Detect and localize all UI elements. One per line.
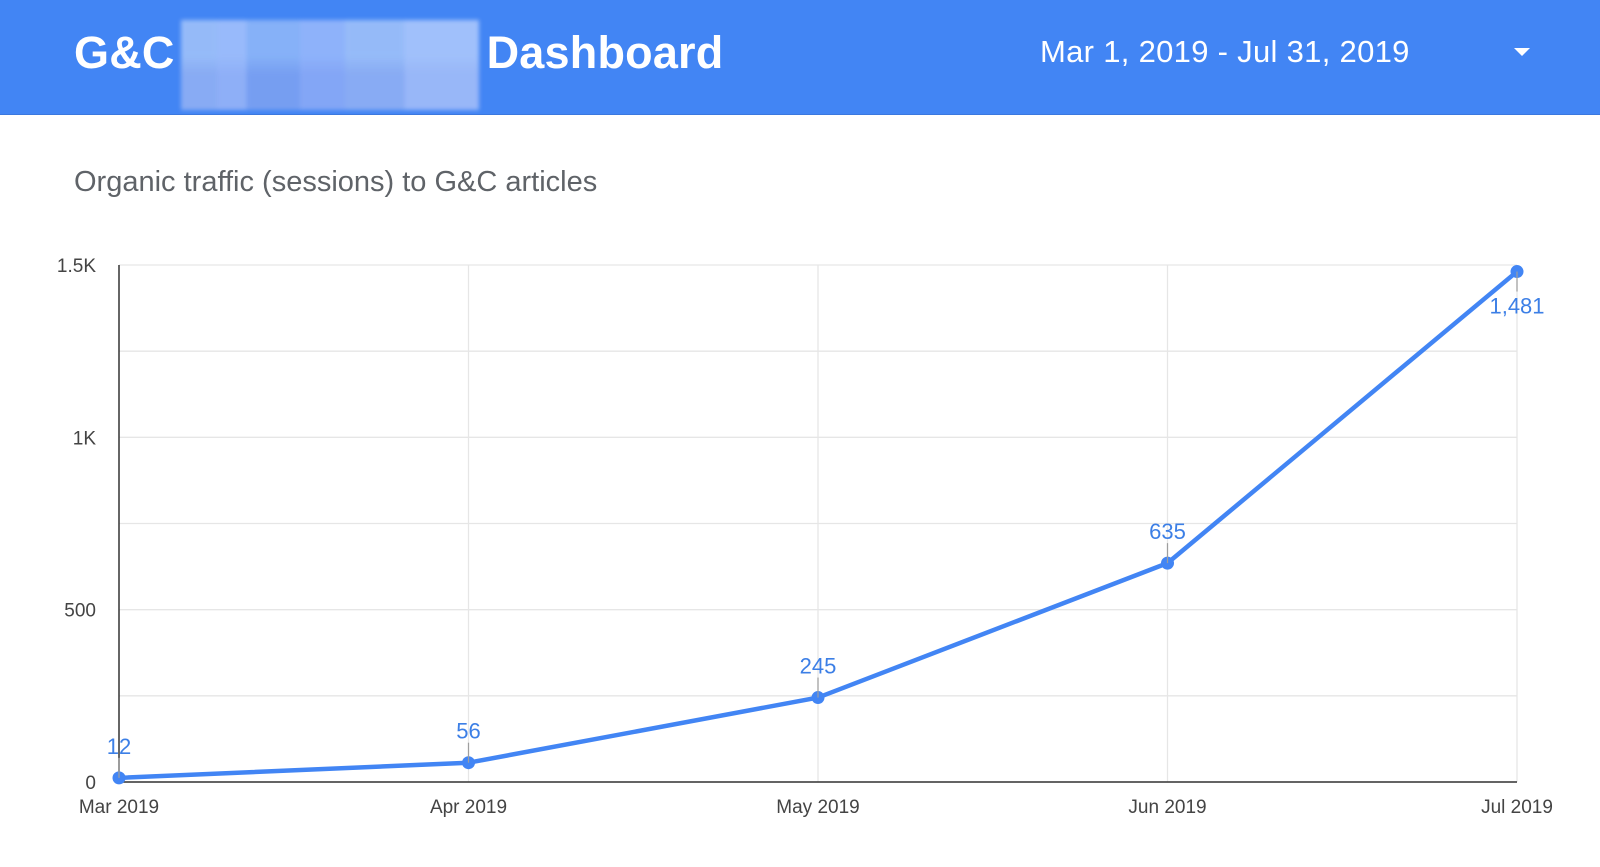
data-label: 245 <box>800 654 837 679</box>
y-tick-label: 0 <box>85 773 96 794</box>
x-tick-label: Apr 2019 <box>430 797 507 818</box>
data-label: 635 <box>1149 519 1186 544</box>
y-tick-label: 1.5K <box>57 256 96 277</box>
data-label: 56 <box>456 719 480 744</box>
x-tick-label: Jun 2019 <box>1128 797 1206 818</box>
x-tick-label: Jul 2019 <box>1481 797 1553 818</box>
data-label: 12 <box>107 734 131 759</box>
y-tick-label: 1K <box>73 428 97 449</box>
x-tick-label: May 2019 <box>776 797 859 818</box>
x-tick-label: Mar 2019 <box>79 797 159 818</box>
y-tick-label: 500 <box>64 601 96 622</box>
data-label: 1,481 <box>1489 294 1544 319</box>
line-chart: 0 500 1K 1.5K Mar 2019 Apr 2019 May 2019 Jun 20… <box>57 256 1553 818</box>
